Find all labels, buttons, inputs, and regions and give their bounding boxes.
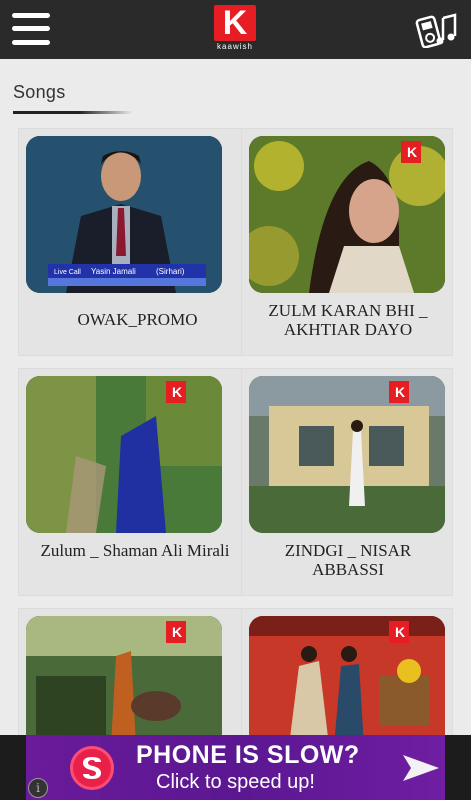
- arrow-right-icon: [403, 755, 439, 781]
- song-card[interactable]: K: [241, 608, 453, 746]
- svg-text:K: K: [172, 384, 182, 400]
- ad-subtitle: Click to speed up!: [156, 771, 315, 793]
- ad-content[interactable]: PHONE IS SLOW? Click to speed up!: [26, 735, 445, 800]
- logo-letter: K: [214, 5, 256, 41]
- svg-text:K: K: [395, 384, 405, 400]
- song-thumbnail: Live Call Yasin Jamali (Sirhari): [26, 136, 222, 293]
- speed-boost-icon: [70, 746, 114, 790]
- song-thumbnail: K: [26, 376, 222, 533]
- section-underline: [13, 111, 133, 114]
- ad-title: PHONE IS SLOW?: [136, 741, 360, 769]
- svg-text:K: K: [395, 624, 405, 640]
- svg-text:Yasin Jamali: Yasin Jamali: [91, 267, 136, 276]
- ad-banner[interactable]: PHONE IS SLOW? Click to speed up!: [0, 735, 471, 800]
- section-title: Songs: [13, 82, 66, 102]
- song-thumbnail: K: [26, 616, 222, 746]
- song-thumbnail: K: [249, 376, 445, 533]
- svg-text:Live Call: Live Call: [54, 269, 81, 276]
- song-title: ZULM KARAN BHI _ AKHTIAR DAYO: [268, 301, 428, 339]
- song-title: Zulum _ Shaman Ali Mirali: [40, 541, 230, 560]
- song-card[interactable]: Live Call Yasin Jamali (Sirhari) OWAK_PR…: [18, 128, 257, 356]
- song-card[interactable]: K: [18, 608, 257, 746]
- song-title: ZINDGI _ NISAR ABBASSI: [284, 541, 412, 579]
- song-thumbnail: K: [249, 136, 445, 293]
- app-logo: K kaawish: [214, 5, 256, 51]
- svg-text:K: K: [407, 144, 417, 160]
- logo-tagline: kaawish: [217, 42, 253, 51]
- song-card[interactable]: K Zulum _ Shaman Ali Mirali: [18, 368, 257, 596]
- hamburger-menu-icon[interactable]: [12, 10, 50, 48]
- top-app-bar: K kaawish: [0, 0, 471, 59]
- info-icon[interactable]: i: [28, 778, 48, 798]
- svg-text:K: K: [172, 624, 182, 640]
- svg-text:(Sirhari): (Sirhari): [156, 267, 185, 276]
- song-title: OWAK_PROMO: [77, 310, 198, 329]
- song-card[interactable]: K ZULM KARAN BHI _ AKHTIAR DAYO: [241, 128, 453, 356]
- music-player-icon[interactable]: [413, 10, 459, 49]
- song-card[interactable]: K ZINDGI _ NISAR ABBASSI: [241, 368, 453, 596]
- song-thumbnail: K: [249, 616, 445, 746]
